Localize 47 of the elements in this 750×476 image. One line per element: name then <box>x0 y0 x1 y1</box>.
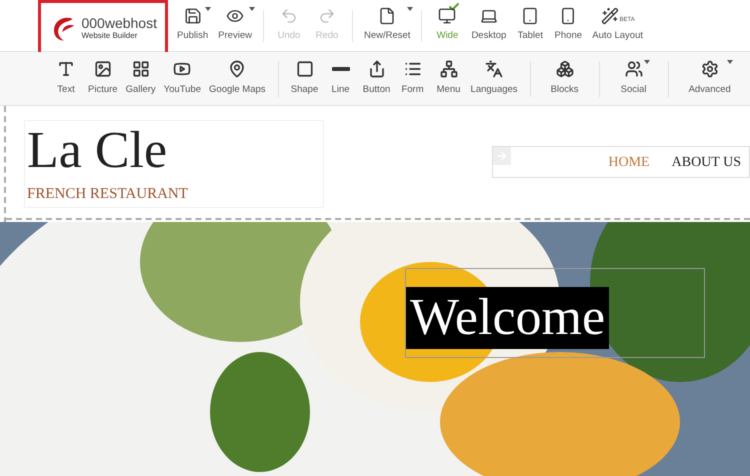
insert-button[interactable]: Picture <box>84 54 122 104</box>
insert-button[interactable]: Languages <box>466 54 522 104</box>
toolbar-button[interactable]: New/Reset <box>358 0 416 50</box>
monitor-icon <box>438 7 456 26</box>
insert-button[interactable]: Menu <box>430 54 467 104</box>
insert-button[interactable]: Social <box>616 54 652 104</box>
magic-wand-icon <box>600 7 619 26</box>
toolbar-button[interactable]: Preview <box>213 0 257 50</box>
map-pin-icon <box>228 60 246 78</box>
welcome-heading: Welcome <box>406 287 610 349</box>
square-icon <box>296 60 314 78</box>
picture-icon <box>94 60 112 78</box>
insert-button[interactable]: Shape <box>286 54 323 104</box>
blocks-icon <box>556 60 574 78</box>
insert-button[interactable]: Gallery <box>122 54 160 104</box>
nav-link[interactable]: ABOUT US <box>672 152 741 172</box>
check-icon <box>448 0 460 12</box>
logo-name: 000webhost <box>81 16 157 30</box>
site-subtitle: FRENCH RESTAURANT <box>27 185 189 204</box>
share-icon <box>368 60 386 78</box>
insert-button[interactable]: Google Maps <box>205 54 270 104</box>
insert-button[interactable]: Line <box>322 54 359 104</box>
insert-button[interactable]: YouTube <box>160 54 206 104</box>
insert-button[interactable]: Blocks <box>546 54 583 104</box>
toolbar-button[interactable]: Tablet <box>511 0 550 50</box>
nav-link[interactable]: HOME <box>608 152 650 172</box>
languages-icon <box>485 60 504 78</box>
settings-icon <box>700 60 719 78</box>
file-icon <box>378 7 396 26</box>
sitemap-icon <box>440 60 458 78</box>
site-title: La Cle <box>27 121 168 181</box>
redo-icon <box>318 7 336 26</box>
insert-button[interactable]: Form <box>394 54 431 104</box>
toolbar-button[interactable]: Publish <box>172 0 214 50</box>
grid-icon <box>132 60 150 78</box>
tablet-icon <box>521 7 540 26</box>
laptop-icon <box>480 7 498 26</box>
people-icon <box>624 60 643 78</box>
insert-button[interactable]: Advanced <box>684 54 735 104</box>
logo-subtitle: Website Builder <box>81 32 138 40</box>
toolbar-button[interactable]: Desktop <box>466 0 512 50</box>
undo-icon <box>280 7 298 26</box>
toolbar-button[interactable]: Phone <box>549 0 588 50</box>
insert-button[interactable]: Button <box>358 54 395 104</box>
insert-button[interactable]: Text <box>48 54 84 104</box>
text-icon <box>57 60 75 78</box>
save-icon <box>184 7 202 26</box>
